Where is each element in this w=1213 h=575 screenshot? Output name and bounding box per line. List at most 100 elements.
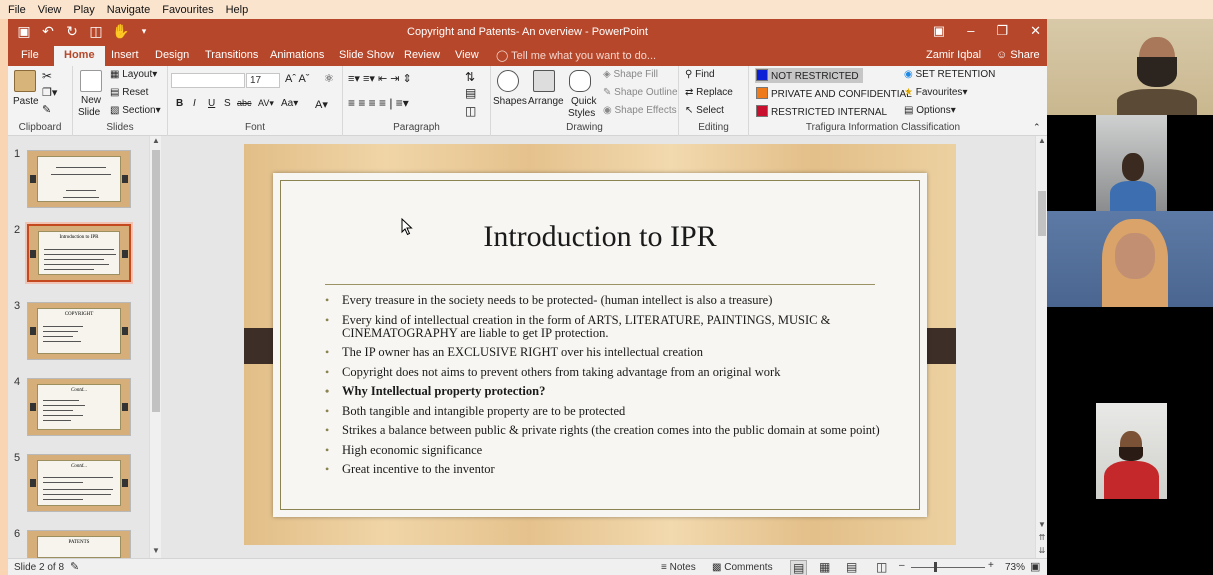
menu-navigate[interactable]: Navigate bbox=[107, 4, 150, 16]
tab-view[interactable]: View bbox=[455, 49, 479, 61]
slide-thumbnail-2[interactable]: Introduction to IPR bbox=[25, 222, 133, 284]
shapes-icon[interactable] bbox=[497, 70, 519, 92]
quick-styles-icon[interactable] bbox=[569, 70, 591, 92]
spellcheck-icon[interactable]: ✎ bbox=[70, 560, 79, 573]
tab-slide-show[interactable]: Slide Show bbox=[339, 49, 394, 61]
scroll-up-icon[interactable]: ▲ bbox=[151, 136, 161, 148]
bullets-icon[interactable]: ≡▾ ≡▾ ⇤ ⇥ ⇕ bbox=[348, 72, 412, 85]
scroll-down-icon[interactable]: ▼ bbox=[151, 546, 161, 558]
menu-help[interactable]: Help bbox=[226, 4, 249, 16]
new-slide-label-2[interactable]: Slide bbox=[78, 107, 100, 118]
arrange-icon[interactable] bbox=[533, 70, 555, 92]
tab-insert[interactable]: Insert bbox=[111, 49, 139, 61]
paste-icon[interactable] bbox=[14, 70, 36, 92]
tab-animations[interactable]: Animations bbox=[270, 49, 324, 61]
replace-button[interactable]: ⇄ Replace bbox=[685, 87, 733, 98]
font-color-icon[interactable]: A▾ bbox=[315, 98, 328, 111]
shape-fill-button[interactable]: ◈ Shape Fill bbox=[603, 69, 658, 80]
shape-outline-button[interactable]: ✎ Shape Outline bbox=[603, 87, 678, 98]
participant-video-2[interactable] bbox=[1096, 115, 1167, 211]
editor-scrollbar[interactable]: ▲ ▼ ⇈ ⇊ bbox=[1035, 136, 1047, 558]
bold-icon[interactable]: B bbox=[176, 98, 183, 109]
align-text-icon[interactable]: ▤ bbox=[465, 86, 476, 100]
section-button[interactable]: ▧ Section▾ bbox=[110, 105, 161, 116]
slide-thumbnail-3[interactable]: COPYRIGHT bbox=[27, 302, 131, 360]
grow-font-icon[interactable]: Aˆ Aˇ bbox=[285, 73, 309, 85]
scroll-up-icon[interactable]: ▲ bbox=[1037, 136, 1047, 148]
slide-thumbnail-1[interactable] bbox=[27, 150, 131, 208]
current-slide[interactable]: Introduction to IPR Every treasure in th… bbox=[244, 144, 956, 545]
cut-icon[interactable]: ✂ bbox=[42, 69, 52, 83]
favourites-button[interactable]: ★ Favourites▾ bbox=[904, 87, 967, 98]
participant-video-3[interactable] bbox=[1047, 211, 1213, 307]
close-icon[interactable]: ✕ bbox=[1030, 23, 1041, 39]
slide-sorter-icon[interactable]: ▦ bbox=[819, 560, 830, 574]
fit-slide-icon[interactable]: ▣ bbox=[1030, 560, 1040, 573]
private-confidential-button[interactable]: PRIVATE AND CONFIDENTIAL bbox=[756, 87, 912, 100]
underline-icon[interactable]: U bbox=[208, 98, 215, 109]
participant-video-1[interactable] bbox=[1047, 19, 1213, 115]
normal-view-icon[interactable]: ▤ bbox=[790, 560, 808, 575]
char-spacing-icon[interactable]: AV▾ bbox=[258, 98, 274, 109]
scroll-down-icon[interactable]: ▼ bbox=[1037, 520, 1047, 532]
collapse-ribbon-icon[interactable]: ⌃ bbox=[1033, 122, 1041, 133]
strikethrough-icon[interactable]: abc bbox=[237, 98, 252, 108]
change-case-icon[interactable]: Aa▾ bbox=[281, 98, 298, 109]
slide-bullets[interactable]: Every treasure in the society needs to b… bbox=[325, 294, 885, 483]
ribbon-display-icon[interactable]: ▣ bbox=[933, 23, 945, 39]
new-slide-label[interactable]: New bbox=[81, 95, 101, 106]
layout-button[interactable]: ▦ Layout▾ bbox=[110, 69, 157, 80]
participant-video-4[interactable] bbox=[1096, 403, 1167, 499]
select-button[interactable]: ↖ Select bbox=[685, 105, 724, 116]
menu-file[interactable]: File bbox=[8, 4, 26, 16]
shapes-button[interactable]: Shapes bbox=[493, 96, 527, 107]
zoom-out-icon[interactable]: – bbox=[899, 560, 905, 571]
smartart-icon[interactable]: ◫ bbox=[465, 104, 476, 118]
set-retention-button[interactable]: ◉ SET RETENTION bbox=[904, 69, 995, 80]
reset-button[interactable]: ▤ Reset bbox=[110, 87, 148, 98]
slide-counter[interactable]: Slide 2 of 8 bbox=[14, 562, 64, 573]
thumbnails-scrollbar[interactable]: ▲ ▼ bbox=[149, 136, 161, 558]
restricted-internal-button[interactable]: RESTRICTED INTERNAL bbox=[756, 105, 887, 118]
comments-button[interactable]: ▩ Comments bbox=[712, 562, 773, 573]
share-button[interactable]: ☺ Share bbox=[990, 46, 1046, 66]
slide-title[interactable]: Introduction to IPR bbox=[273, 220, 927, 254]
menu-favourites[interactable]: Favourites bbox=[162, 4, 213, 16]
paste-button[interactable]: Paste bbox=[13, 96, 39, 107]
zoom-slider-handle[interactable] bbox=[934, 562, 937, 572]
scrollbar-thumb[interactable] bbox=[1038, 191, 1046, 236]
minimize-icon[interactable]: – bbox=[967, 23, 974, 39]
format-painter-icon[interactable]: ✎ bbox=[42, 103, 51, 116]
slide-thumbnail-5[interactable]: Contd... bbox=[27, 454, 131, 512]
arrange-button[interactable]: Arrange bbox=[528, 96, 564, 107]
not-restricted-button[interactable]: NOT RESTRICTED bbox=[755, 68, 863, 83]
tab-transitions[interactable]: Transitions bbox=[205, 49, 258, 61]
new-slide-icon[interactable] bbox=[80, 70, 102, 92]
copy-icon[interactable]: ❐▾ bbox=[42, 86, 57, 99]
quick-styles-label-2[interactable]: Styles bbox=[568, 108, 595, 119]
menu-view[interactable]: View bbox=[38, 4, 62, 16]
next-slide-icon[interactable]: ⇊ bbox=[1037, 546, 1047, 558]
slide-thumbnail-4[interactable]: Contd... bbox=[27, 378, 131, 436]
clear-format-icon[interactable]: ⚛ bbox=[324, 72, 334, 85]
tell-me-box[interactable]: ◯ Tell me what you want to do... bbox=[496, 49, 656, 62]
font-name-combo[interactable] bbox=[171, 73, 245, 88]
restore-icon[interactable]: ❐ bbox=[996, 23, 1008, 39]
align-icons[interactable]: ≡ ≡ ≡ ≡ | ≡▾ bbox=[348, 96, 409, 110]
options-button[interactable]: ▤ Options▾ bbox=[904, 105, 956, 116]
tab-home[interactable]: Home bbox=[54, 46, 105, 66]
shape-effects-button[interactable]: ◉ Shape Effects bbox=[603, 105, 677, 116]
slideshow-view-icon[interactable]: ◫ bbox=[876, 560, 887, 574]
zoom-slider[interactable] bbox=[911, 567, 985, 568]
shadow-icon[interactable]: S bbox=[224, 98, 231, 109]
zoom-level[interactable]: 73% bbox=[1005, 562, 1025, 573]
menu-play[interactable]: Play bbox=[73, 4, 94, 16]
text-direction-icon[interactable]: ⇅ bbox=[465, 70, 475, 84]
reading-view-icon[interactable]: ▤ bbox=[846, 560, 857, 574]
previous-slide-icon[interactable]: ⇈ bbox=[1037, 533, 1047, 545]
user-name[interactable]: Zamir Iqbal bbox=[926, 49, 981, 61]
scrollbar-thumb[interactable] bbox=[152, 150, 160, 412]
font-size-combo[interactable]: 17 bbox=[246, 73, 280, 88]
italic-icon[interactable]: I bbox=[193, 98, 196, 109]
tab-design[interactable]: Design bbox=[155, 49, 189, 61]
